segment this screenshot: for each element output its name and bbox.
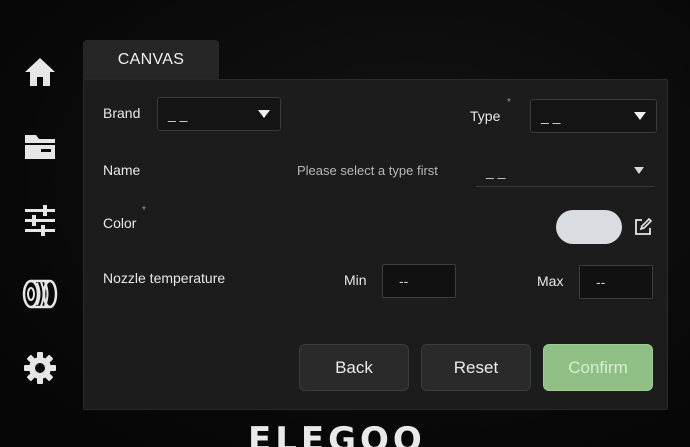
- color-label: Color: [103, 215, 137, 231]
- home-icon: [25, 58, 55, 86]
- sidebar: [0, 0, 80, 410]
- max-label: Max: [537, 273, 564, 289]
- sidebar-item-controls[interactable]: [18, 198, 62, 242]
- folder-icon: [25, 135, 55, 159]
- sidebar-item-files[interactable]: [18, 124, 62, 168]
- color-required-mark: *: [142, 205, 146, 216]
- chevron-down-icon: [634, 112, 646, 120]
- gear-icon: [24, 352, 56, 384]
- brand-dropdown[interactable]: _ _: [157, 97, 281, 131]
- brand-value: _ _: [168, 106, 188, 122]
- type-value: _ _: [541, 108, 561, 124]
- brand-label: Brand: [103, 105, 141, 121]
- min-label: Min: [344, 272, 367, 288]
- sliders-icon: [25, 205, 55, 236]
- sidebar-item-filament[interactable]: [18, 272, 62, 316]
- name-value: _ _: [486, 162, 506, 179]
- type-required-mark: *: [507, 97, 511, 108]
- type-dropdown[interactable]: _ _: [530, 99, 657, 133]
- filament-spool-icon: [22, 279, 58, 309]
- tab-canvas[interactable]: CANVAS: [83, 40, 219, 80]
- printer-screen: CANVAS Brand _ _ Type * _ _ Name Please …: [0, 0, 690, 447]
- edit-icon[interactable]: [633, 217, 653, 237]
- nozzle-min-input[interactable]: --: [382, 264, 456, 298]
- confirm-button[interactable]: Confirm: [543, 344, 653, 391]
- back-button[interactable]: Back: [299, 344, 409, 391]
- reset-button[interactable]: Reset: [421, 344, 531, 391]
- name-label: Name: [103, 162, 141, 178]
- nozzle-temperature-label: Nozzle temperature: [103, 270, 226, 286]
- sidebar-item-home[interactable]: [18, 50, 62, 94]
- nozzle-max-input[interactable]: --: [579, 265, 653, 299]
- chevron-down-icon: [258, 110, 270, 118]
- name-dropdown[interactable]: _ _: [476, 155, 654, 187]
- sidebar-item-settings[interactable]: [18, 346, 62, 390]
- chevron-down-icon: [634, 167, 644, 174]
- color-swatch[interactable]: [556, 210, 622, 244]
- brand-logo: ELEGOO: [248, 420, 426, 447]
- type-label: Type: [470, 108, 501, 124]
- name-hint: Please select a type first: [297, 163, 438, 178]
